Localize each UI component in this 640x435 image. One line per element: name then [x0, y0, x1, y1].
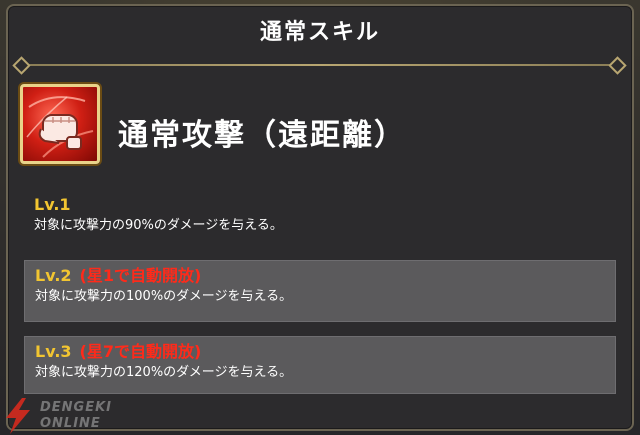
level-label: Lv.2	[35, 266, 72, 285]
level-label: Lv.1	[34, 195, 71, 214]
level-header: Lv.1	[34, 194, 606, 216]
skill-level-1: Lv.1 対象に攻撃力の90%のダメージを与える。	[24, 190, 616, 248]
level-header: Lv.3 (星7で自動開放)	[35, 341, 605, 363]
title-divider	[22, 64, 618, 66]
lightning-logo-icon	[6, 398, 30, 434]
watermark-line-1: DENGEKI	[40, 400, 113, 415]
skill-name: 通常攻撃（遠距離）	[118, 118, 406, 153]
skill-level-3: Lv.3 (星7で自動開放) 対象に攻撃力の120%のダメージを与える。	[24, 336, 616, 394]
panel-title: 通常スキル	[259, 20, 380, 45]
level-label: Lv.3	[35, 342, 72, 361]
unlock-note: (星1で自動開放)	[79, 266, 202, 285]
level-description: 対象に攻撃力の90%のダメージを与える。	[34, 218, 283, 233]
fist-punch-icon	[20, 84, 100, 164]
unlock-note: (星7で自動開放)	[79, 342, 202, 361]
watermark-line-2: ONLINE	[40, 416, 101, 431]
watermark: DENGEKI ONLINE	[2, 398, 142, 434]
level-header: Lv.2 (星1で自動開放)	[35, 265, 605, 287]
skill-level-2: Lv.2 (星1で自動開放) 対象に攻撃力の100%のダメージを与える。	[24, 260, 616, 322]
level-description: 対象に攻撃力の120%のダメージを与える。	[35, 365, 293, 380]
level-description: 対象に攻撃力の100%のダメージを与える。	[35, 289, 293, 304]
